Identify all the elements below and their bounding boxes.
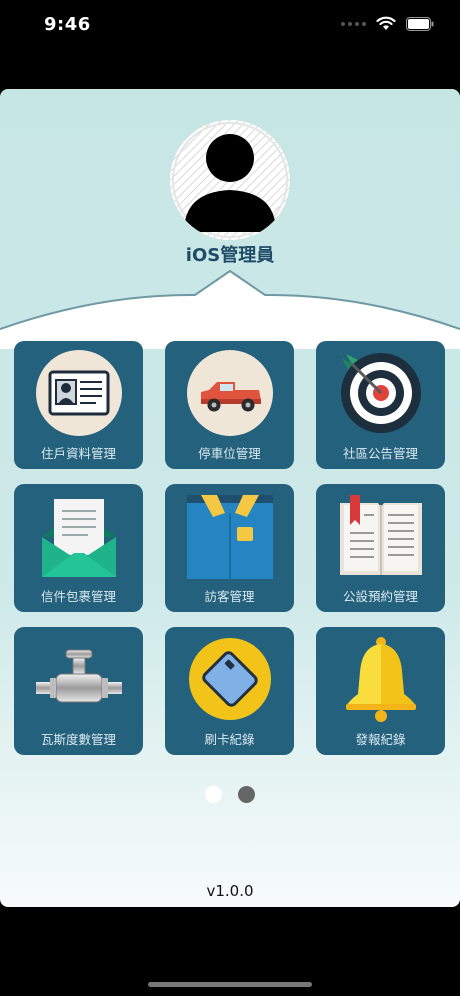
menu-parking-management[interactable]: 停車位管理 — [165, 341, 294, 469]
status-icons — [341, 16, 434, 31]
menu-resident-management[interactable]: 住戶資料管理 — [14, 341, 143, 469]
wifi-icon — [376, 16, 396, 30]
app-version: v1.0.0 — [206, 882, 254, 900]
tile-label: 住戶資料管理 — [40, 446, 116, 461]
signal-icon — [341, 21, 366, 26]
tile-label: 公設預約管理 — [342, 589, 418, 604]
tile-label: 社區公告管理 — [342, 446, 418, 461]
target-dart-icon — [341, 353, 421, 433]
menu-card-swipe-records[interactable]: 刷卡紀錄 — [165, 627, 294, 755]
tile-label: 信件包裹管理 — [40, 589, 116, 604]
menu-facility-reservation-management[interactable]: 公設預約管理 — [316, 484, 445, 612]
menu-announcement-management[interactable]: 社區公告管理 — [316, 341, 445, 469]
visitor-shirt-icon — [187, 495, 273, 579]
tile-label: 停車位管理 — [198, 446, 261, 461]
menu-alarm-records[interactable]: 發報紀錄 — [316, 627, 445, 755]
page-dot[interactable] — [238, 786, 255, 803]
avatar[interactable] — [170, 120, 290, 240]
alarm-bell-icon — [346, 637, 416, 722]
username: iOS管理員 — [185, 245, 275, 266]
mail-envelope-icon — [42, 499, 116, 577]
resident-id-card-icon — [36, 350, 122, 436]
status-time: 9:46 — [44, 14, 91, 35]
menu-gas-reading-management[interactable]: 瓦斯度數管理 — [14, 627, 143, 755]
access-card-icon — [189, 638, 271, 720]
pickup-truck-icon — [187, 350, 273, 436]
menu-visitor-management[interactable]: 訪客管理 — [165, 484, 294, 612]
page-indicator[interactable] — [0, 786, 460, 803]
home-indicator[interactable] — [148, 982, 312, 987]
menu-mail-package-management[interactable]: 信件包裹管理 — [14, 484, 143, 612]
menu-grid: 住戶資料管理 停車位管理 社區公告管理 信件包裹管理 訪客管理 公設預約管理 瓦… — [14, 341, 446, 755]
user-silhouette-icon — [170, 120, 290, 240]
tile-label: 瓦斯度數管理 — [40, 732, 116, 747]
tile-label: 發報紀錄 — [355, 732, 406, 747]
tile-label: 訪客管理 — [204, 589, 255, 604]
open-book-icon — [340, 495, 422, 575]
page-dot-active[interactable] — [205, 786, 222, 803]
status-bar: 9:46 — [0, 0, 460, 52]
tile-label: 刷卡紀錄 — [204, 732, 255, 747]
battery-icon — [406, 16, 434, 31]
app-panel: iOS管理員 住戶資料管理 停車位管理 社區公告管理 信件包裹管理 訪客管理 公… — [0, 89, 460, 907]
gas-valve-icon — [36, 649, 122, 703]
